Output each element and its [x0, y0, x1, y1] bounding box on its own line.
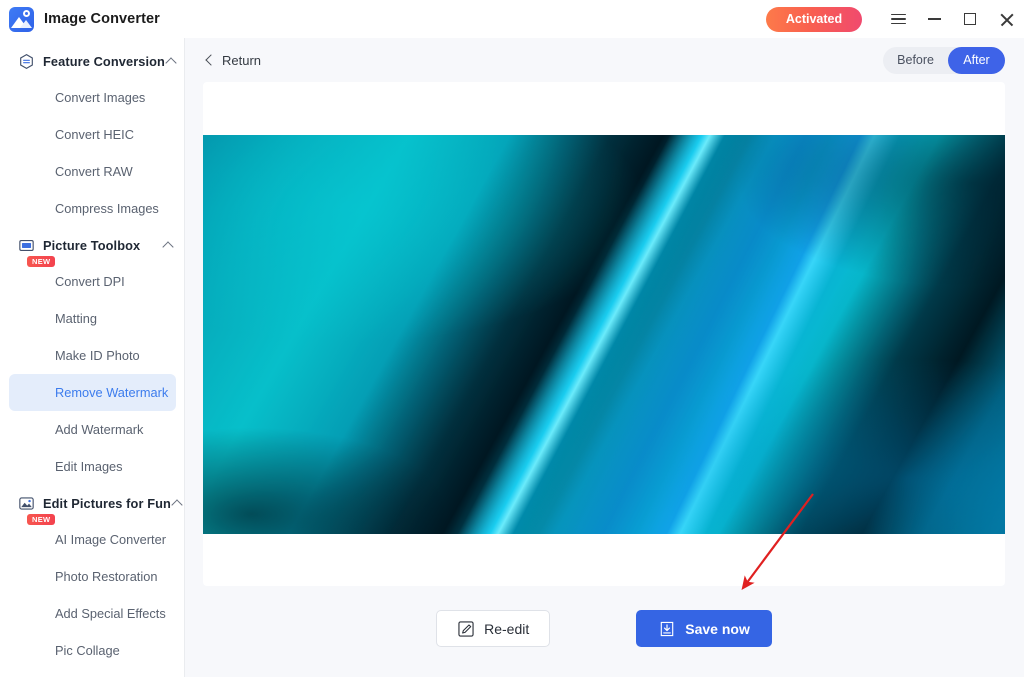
chevron-up-icon: [165, 55, 174, 67]
chevron-up-icon: [171, 497, 174, 509]
content-toolbar: Return Before After: [185, 38, 1024, 82]
sidebar-item-convert-raw[interactable]: Convert RAW: [9, 153, 176, 190]
download-save-icon: [658, 620, 676, 638]
sidebar-item-convert-images[interactable]: Convert Images: [9, 79, 176, 116]
sidebar-item-matting[interactable]: Matting: [9, 300, 176, 337]
sidebar-item-label: Compress Images: [55, 201, 159, 216]
edit-pictures-icon: [18, 495, 35, 512]
preview-card: [203, 82, 1005, 586]
re-edit-label: Re-edit: [484, 620, 530, 637]
activated-button[interactable]: Activated: [766, 6, 862, 32]
sidebar: Feature Conversion Convert Images Conver…: [0, 38, 185, 677]
return-label: Return: [222, 52, 262, 68]
re-edit-button[interactable]: Re-edit: [436, 610, 551, 647]
sidebar-item-label: Make ID Photo: [55, 348, 140, 363]
app-title: Image Converter: [44, 11, 160, 27]
maximize-icon[interactable]: [952, 0, 988, 38]
content-area: Return Before After Re-edit Save now: [185, 38, 1024, 677]
sidebar-item-label: AI Image Converter: [55, 532, 166, 547]
sidebar-item-edit-images[interactable]: Edit Images: [9, 448, 176, 485]
return-button[interactable]: Return: [203, 49, 265, 72]
sidebar-item-ai-image-converter[interactable]: NEW AI Image Converter: [9, 514, 176, 558]
sidebar-item-convert-dpi[interactable]: NEW Convert DPI: [9, 256, 176, 300]
sidebar-item-label: Edit Images: [55, 459, 123, 474]
sidebar-item-add-special-effects[interactable]: Add Special Effects: [9, 595, 176, 632]
tab-after[interactable]: After: [948, 46, 1005, 74]
tab-before[interactable]: Before: [883, 47, 948, 74]
sidebar-group-label: Picture Toolbox: [43, 237, 141, 253]
sidebar-item-pic-collage[interactable]: Pic Collage: [9, 632, 176, 669]
sidebar-item-remove-watermark[interactable]: Remove Watermark: [9, 374, 176, 411]
sidebar-item-label: Convert Images: [55, 90, 146, 105]
sidebar-item-convert-heic[interactable]: Convert HEIC: [9, 116, 176, 153]
pencil-edit-icon: [457, 620, 475, 638]
sidebar-group-feature-conversion[interactable]: Feature Conversion: [0, 43, 184, 79]
logo-sun-shape: [23, 9, 30, 17]
app-window: Image Converter Activated Feature Conver…: [0, 0, 1024, 677]
sidebar-item-label: Matting: [55, 311, 97, 326]
sidebar-item-label: Convert DPI: [55, 274, 125, 289]
sidebar-item-compress-images[interactable]: Compress Images: [9, 190, 176, 227]
new-badge: NEW: [27, 514, 56, 525]
feature-conversion-icon: [18, 53, 35, 70]
sidebar-item-label: Convert RAW: [55, 164, 133, 179]
minimize-icon[interactable]: [916, 0, 952, 38]
save-now-label: Save now: [685, 620, 750, 637]
image-logo-icon: [9, 6, 34, 32]
sidebar-item-label: Add Special Effects: [55, 606, 166, 621]
chevron-up-icon: [162, 239, 174, 251]
title-bar: Image Converter Activated: [0, 0, 1024, 38]
sidebar-item-label: Convert HEIC: [55, 127, 134, 142]
sidebar-item-label: Photo Restoration: [55, 569, 158, 584]
app-body: Feature Conversion Convert Images Conver…: [0, 38, 1024, 677]
picture-toolbox-icon: [18, 237, 35, 254]
sidebar-item-label: Remove Watermark: [55, 385, 169, 400]
save-now-button[interactable]: Save now: [636, 610, 772, 647]
action-bar: Re-edit Save now: [203, 586, 1005, 677]
sidebar-item-make-id-photo[interactable]: Make ID Photo: [9, 337, 176, 374]
result-image[interactable]: [203, 134, 1005, 534]
sidebar-item-photo-restoration[interactable]: Photo Restoration: [9, 558, 176, 595]
preview-canvas-wrapper: Re-edit Save now: [185, 82, 1024, 677]
sidebar-group-label: Feature Conversion: [43, 53, 165, 69]
hamburger-menu-icon[interactable]: [880, 0, 916, 38]
sidebar-item-add-watermark[interactable]: Add Watermark: [9, 411, 176, 448]
chevron-left-icon: [205, 56, 214, 65]
sidebar-group-label: Edit Pictures for Fun: [43, 495, 171, 511]
before-after-toggle[interactable]: Before After: [883, 46, 1005, 74]
window-controls: Activated: [766, 0, 1024, 38]
sidebar-item-label: Add Watermark: [55, 422, 144, 437]
logo-mountain-shape-2: [20, 19, 32, 28]
sidebar-item-label: Pic Collage: [55, 643, 120, 658]
close-icon[interactable]: [988, 0, 1024, 38]
new-badge: NEW: [27, 256, 56, 267]
